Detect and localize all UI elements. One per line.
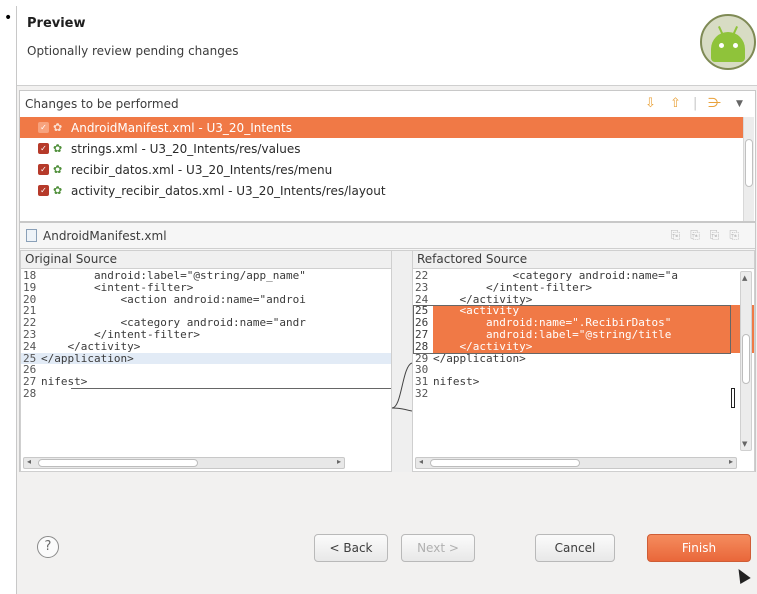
change-item-label: AndroidManifest.xml - U3_20_Intents <box>71 120 292 135</box>
change-item-menu[interactable]: ✓ ✿ recibir_datos.xml - U3_20_Intents/re… <box>20 159 744 180</box>
help-button[interactable]: ? <box>37 536 59 558</box>
original-code[interactable]: 18 android:label="@string/app_name" 19 <… <box>21 270 391 400</box>
refactored-source-pane[interactable]: Refactored Source 22 <category android:n… <box>412 250 755 472</box>
view-menu-icon[interactable]: ▼ <box>736 99 743 109</box>
separator-icon: | <box>693 96 698 111</box>
android-logo-icon <box>700 14 756 70</box>
cancel-button[interactable]: Cancel <box>535 534 615 562</box>
change-item-layout[interactable]: ✓ ✿ activity_recibir_datos.xml - U3_20_I… <box>20 180 744 201</box>
checkbox-icon[interactable]: ✓ <box>38 143 49 154</box>
xml-file-icon <box>26 229 37 242</box>
change-item-strings[interactable]: ✓ ✿ strings.xml - U3_20_Intents/res/valu… <box>20 138 744 159</box>
code-line: 31 nifest> <box>415 375 480 389</box>
code-line: 32 <box>415 386 429 400</box>
next-button[interactable]: Next > <box>401 534 475 562</box>
wizard-header: Preview Optionally review pending change… <box>17 6 757 86</box>
compare-file-name: AndroidManifest.xml <box>43 228 167 243</box>
compare-panel: AndroidManifest.xml ⎘⎘⎘⎘ Original Source… <box>19 222 756 472</box>
checkbox-icon[interactable]: ✓ <box>38 164 49 175</box>
compare-toolbar-icons[interactable]: ⎘⎘⎘⎘ <box>671 228 749 243</box>
text-cursor-marker <box>731 388 735 408</box>
code-line: 28 <box>23 386 37 400</box>
changes-scrollbar[interactable] <box>743 117 754 221</box>
previous-change-icon[interactable]: ⇧ <box>670 96 681 111</box>
change-item-manifest[interactable]: ✓ ✿ AndroidManifest.xml - U3_20_Intents <box>20 117 744 138</box>
code-line-current: 25 </application> <box>21 352 391 365</box>
change-icon: ✿ <box>53 162 63 176</box>
list-bullet: • <box>4 10 13 26</box>
checkbox-icon[interactable]: ✓ <box>38 122 49 133</box>
finish-button[interactable]: Finish <box>647 534 751 562</box>
changes-tree: ✓ ✿ AndroidManifest.xml - U3_20_Intents … <box>20 117 744 221</box>
page-subtitle: Optionally review pending changes <box>27 44 239 58</box>
compare-header: AndroidManifest.xml ⎘⎘⎘⎘ <box>20 223 755 249</box>
code-line: 27 nifest> <box>23 375 88 389</box>
refactored-source-title: Refactored Source <box>413 251 754 269</box>
change-item-label: recibir_datos.xml - U3_20_Intents/res/me… <box>71 162 333 177</box>
back-button[interactable]: < Back <box>314 534 388 562</box>
changes-panel: Changes to be performed ⇩ ⇧ | ⋺ ▼ ✓ ✿ An… <box>19 90 756 222</box>
filter-icon[interactable]: ⋺ <box>708 96 721 111</box>
original-source-pane[interactable]: Original Source 18 android:label="@strin… <box>20 250 392 472</box>
change-icon: ✿ <box>53 141 63 155</box>
changes-title: Changes to be performed <box>25 97 179 111</box>
refactored-hscrollbar[interactable]: ◂ ▸ <box>415 457 737 469</box>
page-title: Preview <box>27 16 86 31</box>
change-item-label: activity_recibir_datos.xml - U3_20_Inten… <box>71 183 386 198</box>
diff-gutter <box>392 250 412 472</box>
change-icon: ✿ <box>53 183 63 197</box>
change-item-label: strings.xml - U3_20_Intents/res/values <box>71 141 301 156</box>
preview-dialog: Preview Optionally review pending change… <box>16 6 757 594</box>
change-icon: ✿ <box>53 120 63 134</box>
code-line: 20 <action android:name="androi <box>23 292 306 306</box>
code-line: 29 </application> <box>415 351 526 365</box>
next-change-icon[interactable]: ⇩ <box>645 96 656 111</box>
original-source-title: Original Source <box>21 251 391 269</box>
original-hscrollbar[interactable]: ◂ ▸ <box>23 457 345 469</box>
refactored-vscrollbar[interactable]: ▲ ▼ <box>740 271 752 451</box>
refactored-code[interactable]: 22 <category android:name="a 23 </intent… <box>413 270 754 400</box>
checkbox-icon[interactable]: ✓ <box>38 185 49 196</box>
